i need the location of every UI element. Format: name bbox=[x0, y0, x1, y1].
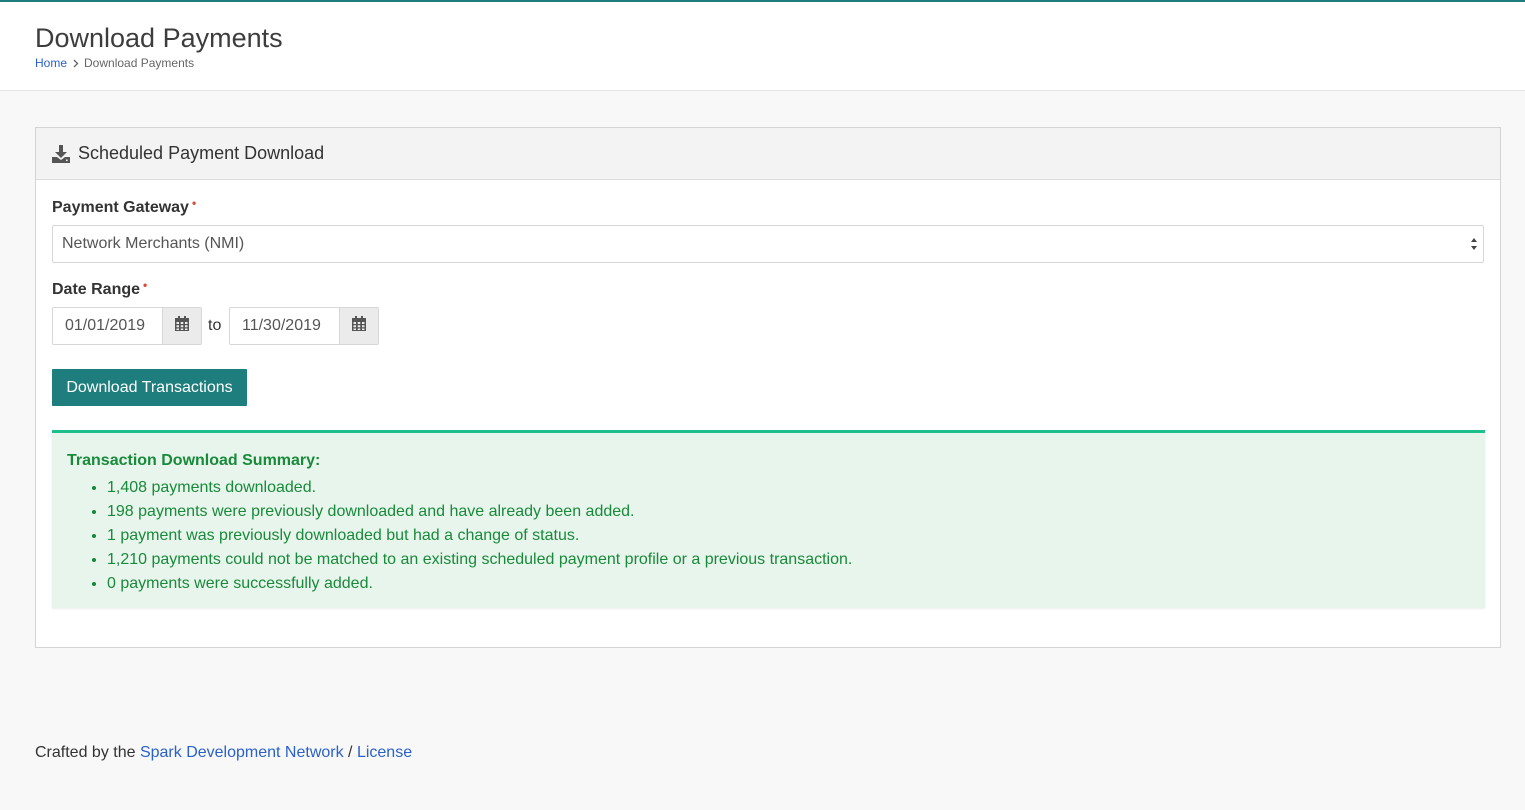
scheduled-payment-download-panel: Scheduled Payment Download Payment Gatew… bbox=[35, 127, 1501, 648]
summary-title: Transaction Download Summary: bbox=[67, 452, 321, 469]
summary-item: 198 payments were previously downloaded … bbox=[107, 500, 852, 524]
breadcrumb-current: Download Payments bbox=[84, 56, 195, 70]
footer-prefix: Crafted by the bbox=[35, 744, 136, 761]
breadcrumb-home-link[interactable]: Home bbox=[35, 55, 67, 71]
footer-separator: / bbox=[348, 744, 353, 761]
footer: Crafted by the Spark Development Network… bbox=[35, 744, 412, 762]
breadcrumb: Home Download Payments bbox=[35, 55, 194, 71]
calendar-icon bbox=[352, 316, 366, 336]
page-title: Download Payments bbox=[35, 23, 283, 53]
required-indicator: • bbox=[191, 196, 197, 210]
chevron-right-icon bbox=[73, 59, 79, 68]
calendar-icon bbox=[175, 316, 189, 336]
summary-item: 1,408 payments downloaded. bbox=[107, 476, 852, 500]
required-indicator: • bbox=[143, 278, 148, 292]
date-range-separator: to bbox=[208, 317, 222, 334]
start-date-calendar-button[interactable] bbox=[163, 308, 201, 344]
payment-gateway-selected-value: Network Merchants (NMI) bbox=[62, 235, 245, 252]
date-range-label-text: Date Range bbox=[52, 281, 141, 298]
start-date-input[interactable]: 01/01/2019 bbox=[53, 308, 163, 344]
start-date-group: 01/01/2019 bbox=[52, 307, 202, 345]
license-link[interactable]: License bbox=[357, 744, 412, 761]
panel-heading: Scheduled Payment Download bbox=[36, 128, 1500, 180]
summary-item: 1 payment was previously downloaded but … bbox=[107, 524, 852, 548]
download-icon bbox=[52, 144, 70, 163]
end-date-calendar-button[interactable] bbox=[340, 308, 378, 344]
payment-gateway-select[interactable]: Network Merchants (NMI) bbox=[52, 225, 1484, 263]
spark-network-link[interactable]: Spark Development Network bbox=[140, 744, 344, 761]
transaction-summary-alert: Transaction Download Summary: 1,408 paym… bbox=[52, 430, 1485, 608]
end-date-input[interactable]: 11/30/2019 bbox=[230, 308, 340, 344]
payment-gateway-label: Payment Gateway • bbox=[52, 196, 197, 217]
date-range-label: Date Range • bbox=[52, 278, 148, 299]
summary-item: 1,210 payments could not be matched to a… bbox=[107, 548, 852, 572]
panel-title: Scheduled Payment Download bbox=[78, 143, 325, 163]
summary-list: 1,408 payments downloaded. 198 payments … bbox=[107, 476, 852, 596]
end-date-group: 11/30/2019 bbox=[229, 307, 379, 345]
select-arrows-icon bbox=[1470, 236, 1478, 252]
summary-item: 0 payments were successfully added. bbox=[107, 572, 852, 596]
download-transactions-button[interactable]: Download Transactions bbox=[52, 369, 247, 406]
payment-gateway-label-text: Payment Gateway bbox=[52, 199, 189, 216]
page-header: Download Payments Home Download Payments bbox=[0, 0, 1525, 91]
